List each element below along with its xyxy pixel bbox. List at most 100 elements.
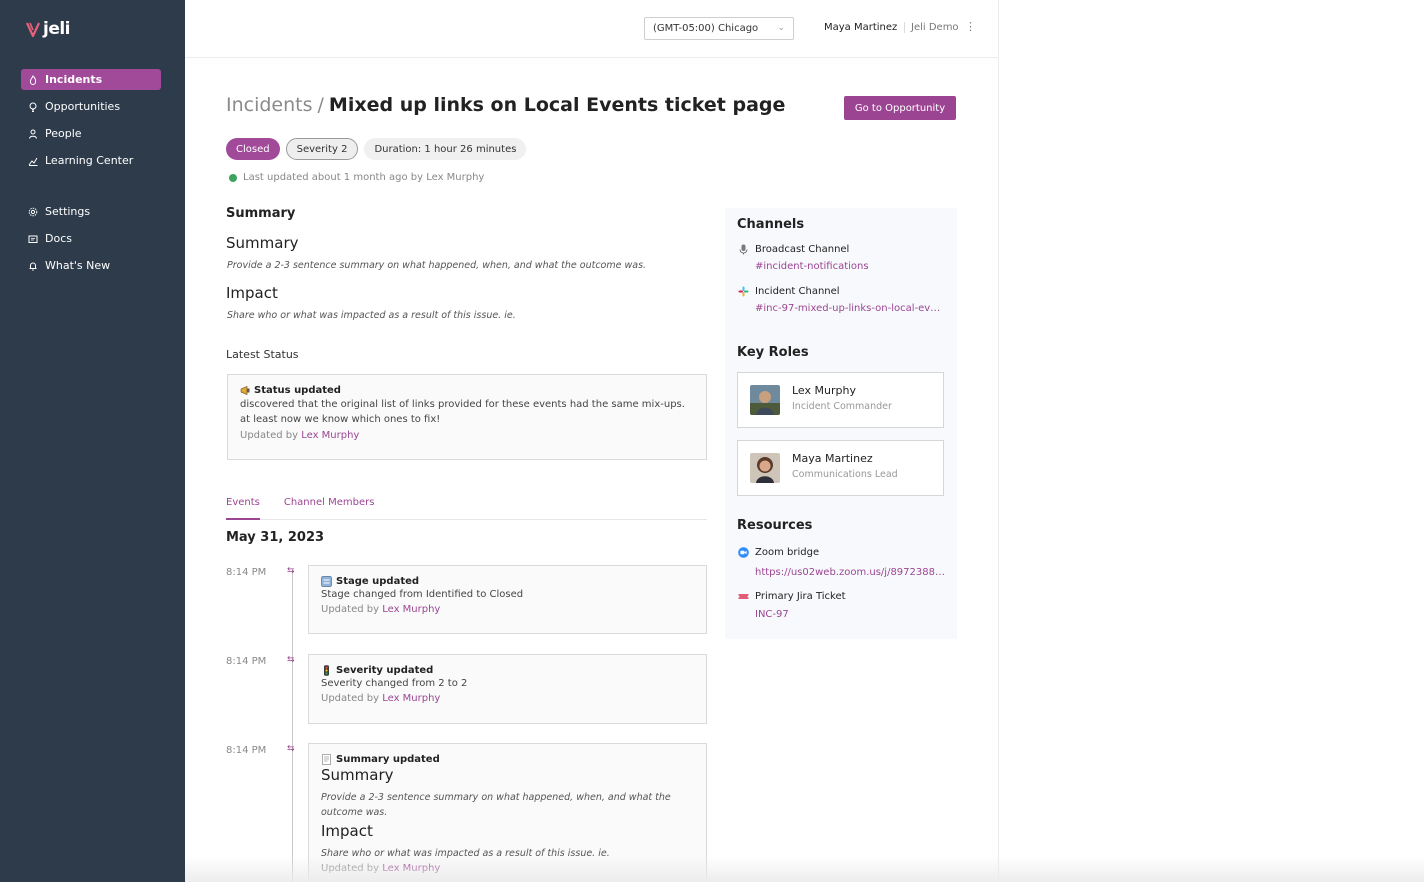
status-card-footer: Updated by Lex Murphy bbox=[240, 430, 694, 441]
incident-channel-label: Incident Channel bbox=[738, 286, 840, 297]
updated-by-link[interactable]: Lex Murphy bbox=[382, 693, 440, 704]
ticket-icon bbox=[738, 594, 749, 599]
incident-channel-link[interactable]: #inc-97-mixed-up-links-on-local-eve... bbox=[755, 303, 945, 314]
content-divider bbox=[998, 0, 999, 882]
user-name[interactable]: Maya Martinez bbox=[824, 22, 897, 33]
event-link-icon[interactable]: ⇆ bbox=[287, 744, 295, 754]
sidebar-item-people[interactable]: People bbox=[21, 123, 161, 144]
chevron-down-icon: ⌄ bbox=[777, 23, 785, 33]
event-header: Stage updated bbox=[321, 576, 694, 587]
summary-text: Provide a 2-3 sentence summary on what h… bbox=[227, 260, 647, 271]
tab-channel-members[interactable]: Channel Members bbox=[284, 497, 375, 520]
flame-icon bbox=[28, 74, 38, 85]
impact-heading: Impact bbox=[226, 284, 278, 302]
jira-ticket-text: Primary Jira Ticket bbox=[755, 591, 846, 602]
secondary-nav: Settings Docs What's New bbox=[21, 201, 161, 282]
events-tabs: Events Channel Members bbox=[226, 497, 707, 520]
sidebar-item-label: Docs bbox=[45, 232, 72, 245]
incident-badges: Closed Severity 2 Duration: 1 hour 26 mi… bbox=[226, 138, 527, 160]
org-name[interactable]: Jeli Demo bbox=[904, 22, 959, 33]
sidebar-item-label: Learning Center bbox=[45, 154, 134, 167]
event-body: Stage changed from Identified to Closed bbox=[321, 589, 524, 600]
role-card-incident-commander[interactable]: Lex Murphy Incident Commander bbox=[737, 372, 944, 428]
incident-channel-text: Incident Channel bbox=[755, 286, 840, 297]
timezone-value: (GMT-05:00) Chicago bbox=[653, 23, 759, 34]
event-impact-heading: Impact bbox=[321, 822, 373, 840]
event-link-icon[interactable]: ⇆ bbox=[287, 655, 295, 665]
event-link-icon[interactable]: ⇆ bbox=[287, 566, 295, 576]
more-options-icon[interactable]: ⋮ bbox=[965, 20, 976, 33]
severity-badge[interactable]: Severity 2 bbox=[285, 138, 359, 160]
status-card-header: Status updated bbox=[240, 385, 694, 396]
event-footer: Updated by Lex Murphy bbox=[321, 863, 694, 874]
sidebar-item-settings[interactable]: Settings bbox=[21, 201, 161, 222]
event-time: 8:14 PM bbox=[226, 745, 267, 756]
jira-ticket-label: Primary Jira Ticket bbox=[738, 591, 846, 602]
brand-name: jeli bbox=[43, 19, 71, 39]
jeli-logo-icon bbox=[26, 22, 40, 38]
duration-badge: Duration: 1 hour 26 minutes bbox=[364, 138, 527, 160]
avatar bbox=[750, 453, 780, 483]
sidebar-item-opportunities[interactable]: Opportunities bbox=[21, 96, 161, 117]
events-date-heading: May 31, 2023 bbox=[226, 530, 325, 545]
sidebar-item-incidents[interactable]: Incidents bbox=[21, 69, 161, 90]
zoom-icon bbox=[738, 547, 749, 558]
avatar bbox=[750, 385, 780, 415]
top-bar: (GMT-05:00) Chicago ⌄ Maya Martinez Jeli… bbox=[185, 0, 998, 58]
role-title: Communications Lead bbox=[792, 469, 898, 480]
sidebar-item-label: What's New bbox=[45, 259, 111, 272]
broadcast-channel-text: Broadcast Channel bbox=[755, 244, 850, 255]
event-header: Severity updated bbox=[321, 665, 694, 676]
event-title: Stage updated bbox=[336, 576, 420, 587]
event-summary-heading: Summary bbox=[321, 766, 394, 784]
lightbulb-icon bbox=[28, 102, 38, 112]
event-card-severity: Severity updated Severity changed from 2… bbox=[308, 654, 707, 724]
broadcast-channel-link[interactable]: #incident-notifications bbox=[755, 261, 945, 272]
megaphone-icon bbox=[240, 386, 250, 395]
latest-status-card: Status updated discovered that the origi… bbox=[227, 374, 707, 460]
role-person-name: Lex Murphy bbox=[792, 384, 856, 397]
key-roles-title: Key Roles bbox=[737, 345, 809, 360]
jira-ticket-link[interactable]: INC-97 bbox=[755, 609, 945, 620]
zoom-bridge-link[interactable]: https://us02web.zoom.us/j/89723886... bbox=[755, 567, 945, 578]
latest-status-label: Latest Status bbox=[226, 348, 299, 361]
updated-by-link[interactable]: Lex Murphy bbox=[382, 604, 440, 615]
timezone-select[interactable]: (GMT-05:00) Chicago ⌄ bbox=[644, 17, 794, 40]
updated-by-link[interactable]: Lex Murphy bbox=[382, 863, 440, 874]
updated-by-link[interactable]: Lex Murphy bbox=[301, 430, 359, 441]
sidebar-item-label: Incidents bbox=[45, 73, 103, 86]
sidebar-item-label: Settings bbox=[45, 205, 91, 218]
docs-icon bbox=[28, 234, 38, 244]
breadcrumb-separator: / bbox=[317, 94, 324, 116]
microphone-icon bbox=[739, 244, 748, 255]
sidebar-item-whats-new[interactable]: What's New bbox=[21, 255, 161, 276]
updated-by-prefix: Updated by bbox=[240, 430, 299, 441]
person-icon bbox=[28, 129, 38, 139]
gear-icon bbox=[28, 207, 38, 217]
event-body: Severity changed from 2 to 2 bbox=[321, 678, 468, 689]
tab-events[interactable]: Events bbox=[226, 497, 260, 520]
sidebar-item-docs[interactable]: Docs bbox=[21, 228, 161, 249]
primary-nav: Incidents Opportunities People Learning … bbox=[21, 69, 161, 177]
traffic-light-icon bbox=[324, 665, 329, 676]
page-title: Mixed up links on Local Events ticket pa… bbox=[328, 94, 786, 116]
role-card-communications-lead[interactable]: Maya Martinez Communications Lead bbox=[737, 440, 944, 496]
zoom-bridge-text: Zoom bridge bbox=[755, 547, 820, 558]
event-header: Summary updated bbox=[321, 754, 694, 765]
event-footer: Updated by Lex Murphy bbox=[321, 604, 694, 615]
jeli-logo[interactable]: jeli bbox=[26, 19, 71, 39]
event-title: Severity updated bbox=[336, 665, 434, 676]
event-card-stage: Stage updated Stage changed from Identif… bbox=[308, 565, 707, 634]
sidebar-item-label: Opportunities bbox=[45, 100, 121, 113]
breadcrumb-incidents[interactable]: Incidents bbox=[226, 94, 313, 116]
status-badge[interactable]: Closed bbox=[226, 138, 280, 160]
breadcrumb: Incidents / Mixed up links on Local Events… bbox=[226, 94, 785, 116]
go-to-opportunity-button[interactable]: Go to Opportunity bbox=[844, 96, 956, 120]
bell-icon bbox=[28, 261, 38, 271]
updated-by-prefix: Updated by bbox=[321, 604, 380, 615]
stage-icon bbox=[321, 576, 332, 587]
sidebar-item-learning-center[interactable]: Learning Center bbox=[21, 150, 161, 171]
status-card-title: Status updated bbox=[254, 385, 341, 396]
channels-title: Channels bbox=[737, 217, 805, 232]
updated-by-prefix: Updated by bbox=[321, 693, 380, 704]
